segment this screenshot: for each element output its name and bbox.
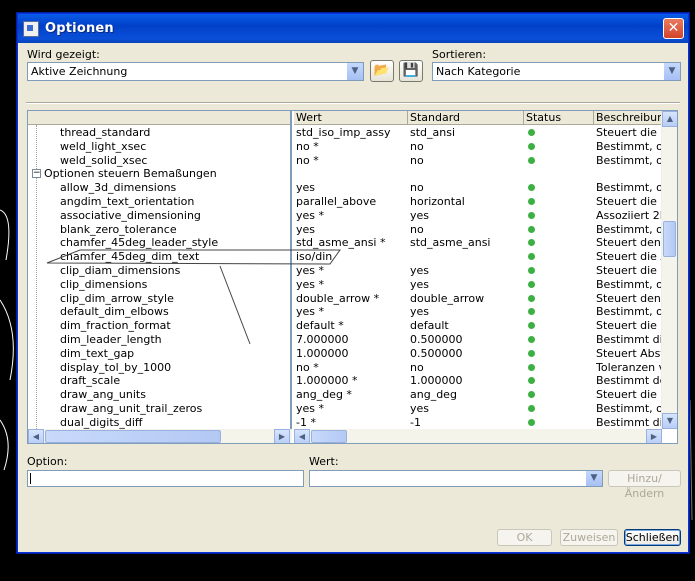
annotation-callout xyxy=(46,249,341,345)
